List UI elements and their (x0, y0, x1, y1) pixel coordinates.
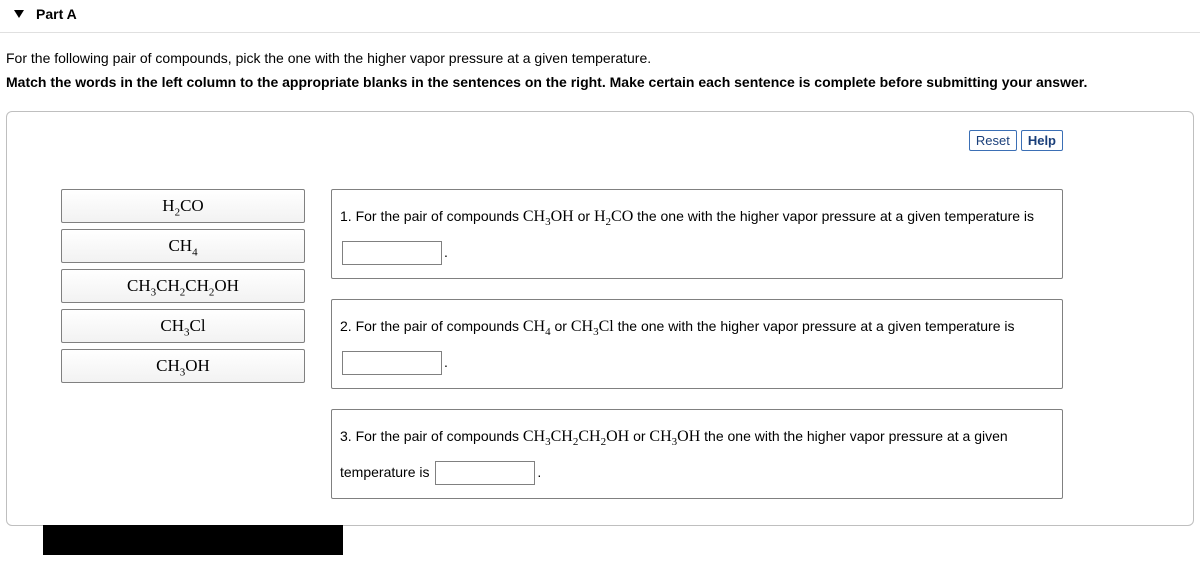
blank-drop-2[interactable] (342, 351, 442, 375)
instructions: For the following pair of compounds, pic… (0, 33, 1200, 101)
sentence-1: 1. For the pair of compounds CH3OH or H2… (331, 189, 1063, 279)
tile-text: H2CO (162, 196, 203, 215)
period: . (537, 464, 541, 480)
period: . (444, 354, 448, 370)
tile-ch3oh[interactable]: CH3OH (61, 349, 305, 383)
sentence-text: 2. For the pair of compounds CH4 or CH3C… (340, 318, 1015, 334)
period: . (444, 244, 448, 260)
tile-column: H2CO CH4 CH3CH2CH2OH CH3Cl CH3OH (61, 189, 305, 383)
collapse-triangle-icon (14, 10, 24, 18)
tile-text: CH3Cl (160, 316, 205, 335)
tile-text: CH4 (168, 236, 197, 255)
blank-drop-3[interactable] (435, 461, 535, 485)
reset-button[interactable]: Reset (969, 130, 1017, 151)
sentence-2: 2. For the pair of compounds CH4 or CH3C… (331, 299, 1063, 389)
sentence-3: 3. For the pair of compounds CH3CH2CH2OH… (331, 409, 1063, 499)
tile-ch3cl[interactable]: CH3Cl (61, 309, 305, 343)
work-area: Reset Help H2CO CH4 CH3CH2CH2OH CH3Cl CH… (6, 111, 1194, 526)
columns: H2CO CH4 CH3CH2CH2OH CH3Cl CH3OH 1. For … (25, 189, 1175, 499)
instruction-line-2: Match the words in the left column to th… (6, 71, 1194, 95)
tile-text: CH3CH2CH2OH (127, 276, 239, 295)
blank-drop-1[interactable] (342, 241, 442, 265)
top-buttons: Reset Help (25, 130, 1175, 151)
instruction-line-1: For the following pair of compounds, pic… (6, 47, 1194, 71)
tile-h2co[interactable]: H2CO (61, 189, 305, 223)
sentence-column: 1. For the pair of compounds CH3OH or H2… (331, 189, 1175, 499)
part-header[interactable]: Part A (0, 0, 1200, 33)
tile-text: CH3OH (156, 356, 210, 375)
tile-ch4[interactable]: CH4 (61, 229, 305, 263)
sentence-text: 1. For the pair of compounds CH3OH or H2… (340, 208, 1034, 224)
part-title: Part A (36, 6, 77, 22)
redacted-bar (43, 525, 343, 555)
tile-ch3ch2ch2oh[interactable]: CH3CH2CH2OH (61, 269, 305, 303)
help-button[interactable]: Help (1021, 130, 1063, 151)
